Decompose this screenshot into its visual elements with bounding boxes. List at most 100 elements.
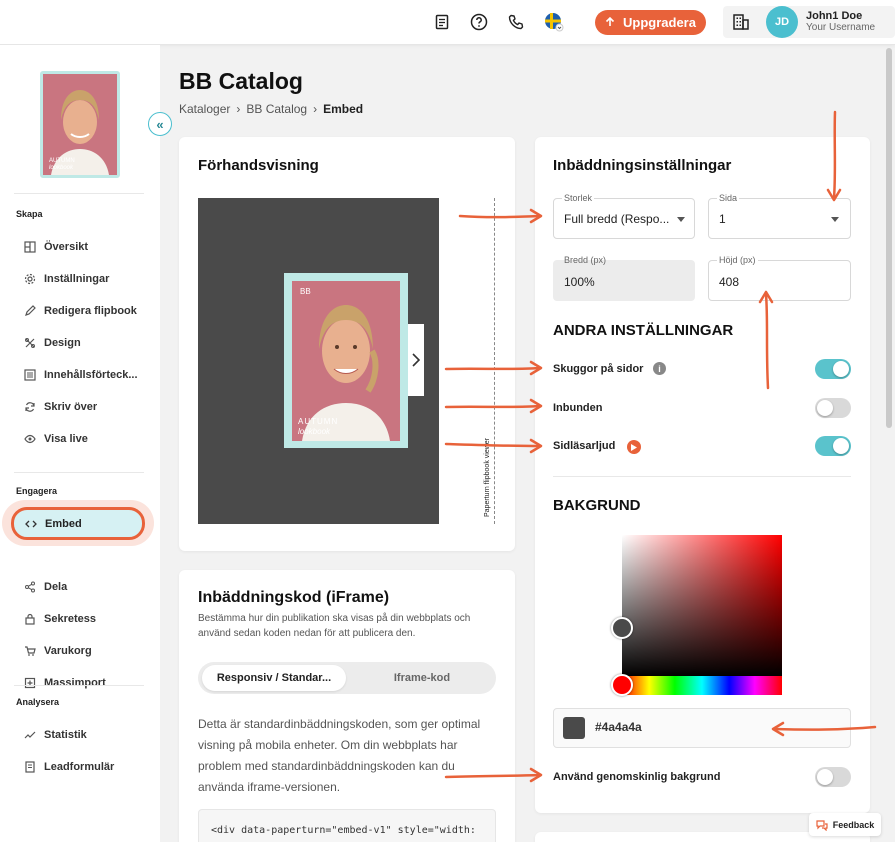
page-sound-label: Sidläsarljud: [553, 440, 616, 452]
page-label: Sida: [717, 193, 740, 203]
transparent-bg-toggle[interactable]: [815, 767, 851, 787]
building-icon[interactable]: [730, 11, 752, 33]
page-sound-toggle[interactable]: [815, 436, 851, 456]
chevron-right-icon: ›: [236, 102, 241, 116]
refresh-icon: [25, 402, 35, 412]
svg-text:BB: BB: [300, 287, 311, 296]
chevron-right-icon: [412, 353, 420, 367]
arrow-up-icon: [605, 15, 615, 30]
settings-title: Inbäddningsinställningar: [553, 157, 732, 174]
cart-icon: [25, 646, 36, 656]
page-select[interactable]: [708, 198, 851, 239]
preview-title: Förhandsvisning: [198, 157, 319, 174]
other-settings-heading: ANDRA INSTÄLLNINGAR: [553, 322, 734, 339]
sidebar-divider: [14, 193, 144, 194]
preview-cover-image: BB AUTUMN lookbook: [292, 281, 400, 441]
feedback-button[interactable]: Feedback: [809, 813, 881, 836]
page-title: BB Catalog: [179, 68, 303, 94]
pencil-icon: [25, 305, 36, 316]
settings-divider: [553, 476, 851, 477]
sidebar-item-overwrite[interactable]: Skriv över: [24, 397, 97, 417]
grid-icon: [24, 241, 36, 253]
preview-cover-title: AUTUMN: [298, 417, 339, 426]
sidebar: AUTUMN lookbook Skapa Översikt Inställni…: [0, 45, 160, 842]
play-icon[interactable]: [627, 440, 641, 454]
hue-slider[interactable]: [622, 676, 782, 695]
embed-code-box[interactable]: <div data-paperturn="embed-v1" style="wi…: [198, 809, 496, 842]
swedish-flag-icon[interactable]: [543, 11, 565, 33]
hex-value: #4a4a4a: [595, 720, 642, 734]
chart-line-icon: [24, 731, 36, 739]
sidebar-item-share[interactable]: Dela: [24, 577, 67, 597]
sidebar-item-table-of-contents[interactable]: Innehållsförteck...: [24, 365, 138, 385]
bound-label: Inbunden: [553, 402, 603, 414]
catalog-cover-thumbnail[interactable]: AUTUMN lookbook: [40, 71, 120, 178]
sidebar-item-privacy[interactable]: Sekretess: [24, 609, 96, 629]
bound-toggle[interactable]: [815, 398, 851, 418]
page-scrollbar[interactable]: [886, 48, 892, 428]
sidebar-item-overview[interactable]: Översikt: [24, 237, 88, 257]
toggle-knob: [817, 400, 833, 416]
sidebar-divider: [14, 472, 144, 473]
embed-code-description: Bestämma hur din publikation ska visas p…: [198, 613, 471, 639]
preview-cover-subtitle: lookbook: [298, 427, 331, 436]
feedback-icon: [816, 819, 828, 831]
section-title-create: Skapa: [16, 209, 43, 219]
sidebar-item-view-live[interactable]: Visa live: [24, 429, 88, 449]
sidebar-item-design[interactable]: Design: [24, 333, 81, 353]
height-label: Höjd (px): [717, 255, 758, 265]
import-icon: [24, 677, 36, 689]
design-tools-icon: [25, 338, 35, 348]
page-value: 1: [719, 212, 726, 226]
sidebar-item-edit-flipbook[interactable]: Redigera flipbook: [24, 301, 137, 321]
toggle-knob: [833, 438, 849, 454]
list-icon: [24, 369, 36, 381]
info-icon[interactable]: i: [653, 362, 666, 375]
tab-iframe-code[interactable]: Iframe-kod: [350, 665, 494, 691]
viewer-watermark: Paperturn flipbook viewer: [484, 438, 491, 517]
breadcrumb-catalogs[interactable]: Kataloger: [179, 102, 230, 116]
sidebar-item-settings[interactable]: Inställningar: [24, 269, 109, 289]
share-icon: [25, 581, 35, 593]
code-icon: [25, 520, 37, 527]
width-label: Bredd (px): [564, 255, 607, 265]
hue-slider-handle[interactable]: [611, 674, 633, 696]
embed-code-title: Inbäddningskod (iFrame): [198, 589, 390, 606]
shadows-label: Skuggor på sidor: [553, 363, 644, 375]
document-icon[interactable]: [431, 11, 453, 33]
sidebar-item-lead-forms[interactable]: Leadformulär: [24, 757, 114, 777]
transparent-bg-label: Använd genomskinlig bakgrund: [553, 771, 721, 783]
sidebar-item-bulk-import[interactable]: Massimport: [24, 673, 106, 693]
collapse-sidebar-button[interactable]: «: [148, 112, 172, 136]
form-icon: [25, 761, 35, 773]
upgrade-label: Uppgradera: [623, 15, 696, 30]
breadcrumb-current: Embed: [323, 102, 364, 116]
color-swatch: [563, 717, 585, 739]
dropdown-caret-icon: [677, 217, 685, 222]
lock-icon: [25, 613, 35, 625]
phone-icon[interactable]: [505, 11, 527, 33]
color-picker-handle[interactable]: [611, 617, 633, 639]
breadcrumb: Kataloger › BB Catalog › Embed: [179, 102, 363, 116]
dropdown-caret-icon: [831, 217, 839, 222]
breadcrumb-catalog[interactable]: BB Catalog: [246, 102, 307, 116]
tab-responsive[interactable]: Responsiv / Standar...: [202, 665, 346, 691]
next-page-button[interactable]: [408, 324, 424, 396]
toggle-knob: [817, 769, 833, 785]
height-value: 408: [719, 275, 740, 289]
upgrade-button[interactable]: Uppgradera: [595, 10, 706, 35]
shadows-toggle[interactable]: [815, 359, 851, 379]
user-username: Your Username: [806, 22, 876, 33]
eye-icon: [24, 434, 36, 444]
color-saturation-area[interactable]: [622, 535, 782, 676]
help-icon[interactable]: [468, 11, 490, 33]
sidebar-item-cart[interactable]: Varukorg: [24, 641, 92, 661]
user-name[interactable]: John1 Doe: [806, 10, 862, 22]
avatar[interactable]: JD: [766, 6, 798, 38]
sidebar-item-embed[interactable]: Embed: [11, 507, 145, 540]
top-bar: Uppgradera JD John1 Doe Your Username: [0, 0, 895, 45]
toggle-knob: [833, 361, 849, 377]
sidebar-item-statistics[interactable]: Statistik: [24, 725, 87, 745]
double-chevron-left-icon: «: [156, 116, 164, 132]
size-label: Storlek: [562, 193, 595, 203]
